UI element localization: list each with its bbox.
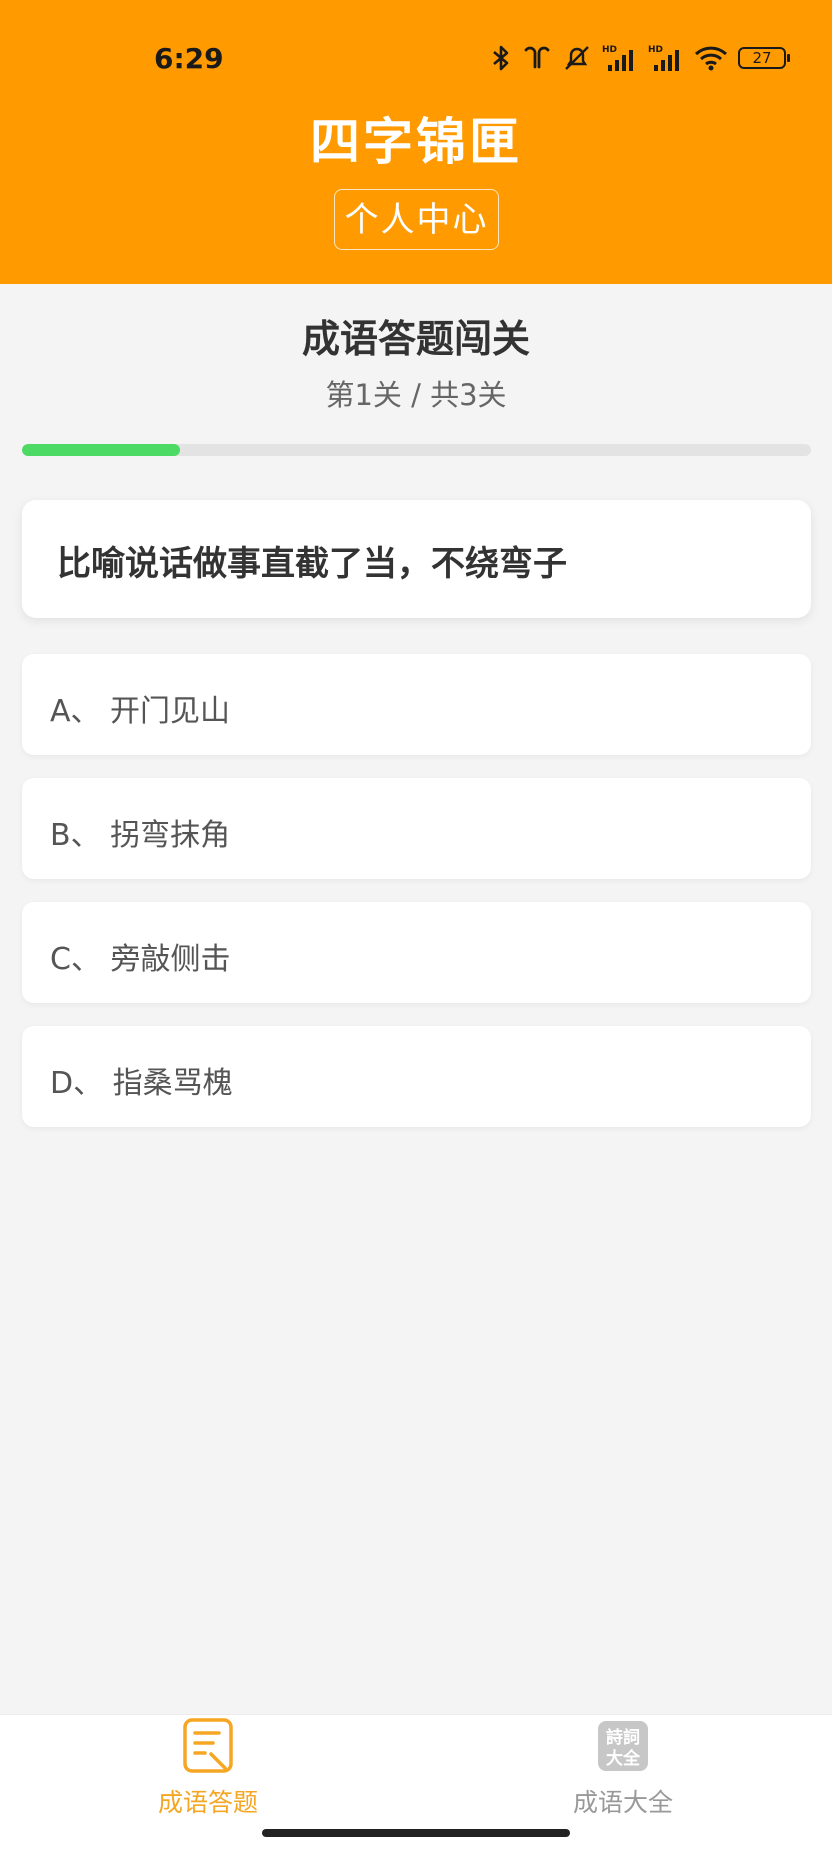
nav-item-idioms[interactable]: 詩詞 大全 成语大全 <box>523 1715 723 1825</box>
earbuds-icon <box>522 43 552 73</box>
option-label: C、 旁敲侧击 <box>50 942 231 977</box>
hd-signal-icon: HD <box>648 43 684 73</box>
option-c[interactable]: C、 旁敲侧击 <box>22 902 811 1003</box>
profile-center-button[interactable]: 个人中心 <box>334 189 499 250</box>
option-label: A、 开门见山 <box>50 694 231 729</box>
bluetooth-icon <box>490 43 512 73</box>
mute-icon <box>562 43 592 73</box>
question-card: 比喻说话做事直截了当，不绕弯子 <box>22 500 811 618</box>
status-icons: HD HD 27 <box>490 42 790 74</box>
svg-text:HD: HD <box>648 45 663 55</box>
app-header: 6:29 HD HD 27 四字锦匣 个人中心 <box>0 0 832 284</box>
status-time: 6:29 <box>154 42 224 75</box>
level-indicator: 第1关 / 共3关 <box>325 378 507 412</box>
battery-icon: 27 <box>738 47 790 69</box>
hd-signal-icon: HD <box>602 43 638 73</box>
progress-bar-fill <box>22 444 180 456</box>
progress-bar <box>22 444 811 456</box>
poetry-icon-line1: 詩詞 <box>606 1727 640 1748</box>
quiz-icon <box>183 1718 233 1773</box>
option-label: B、 拐弯抹角 <box>50 818 231 853</box>
option-d[interactable]: D、 指桑骂槐 <box>22 1026 811 1127</box>
nav-label-quiz: 成语答题 <box>157 1788 258 1817</box>
nav-label-idioms: 成语大全 <box>572 1788 673 1817</box>
app-title: 四字锦匣 <box>310 113 522 171</box>
status-bar: 6:29 HD HD 27 <box>0 0 832 75</box>
option-label: D、 指桑骂槐 <box>50 1066 233 1101</box>
option-a[interactable]: A、 开门见山 <box>22 654 811 755</box>
question-text: 比喻说话做事直截了当，不绕弯子 <box>57 544 567 584</box>
poetry-book-icon: 詩詞 大全 <box>598 1718 648 1773</box>
svg-text:HD: HD <box>602 45 617 55</box>
poetry-icon-line2: 大全 <box>606 1748 641 1769</box>
option-b[interactable]: B、 拐弯抹角 <box>22 778 811 879</box>
home-indicator <box>262 1829 570 1837</box>
nav-item-quiz[interactable]: 成语答题 <box>108 1715 308 1825</box>
wifi-icon <box>694 43 728 73</box>
quiz-title: 成语答题闯关 <box>301 317 530 361</box>
